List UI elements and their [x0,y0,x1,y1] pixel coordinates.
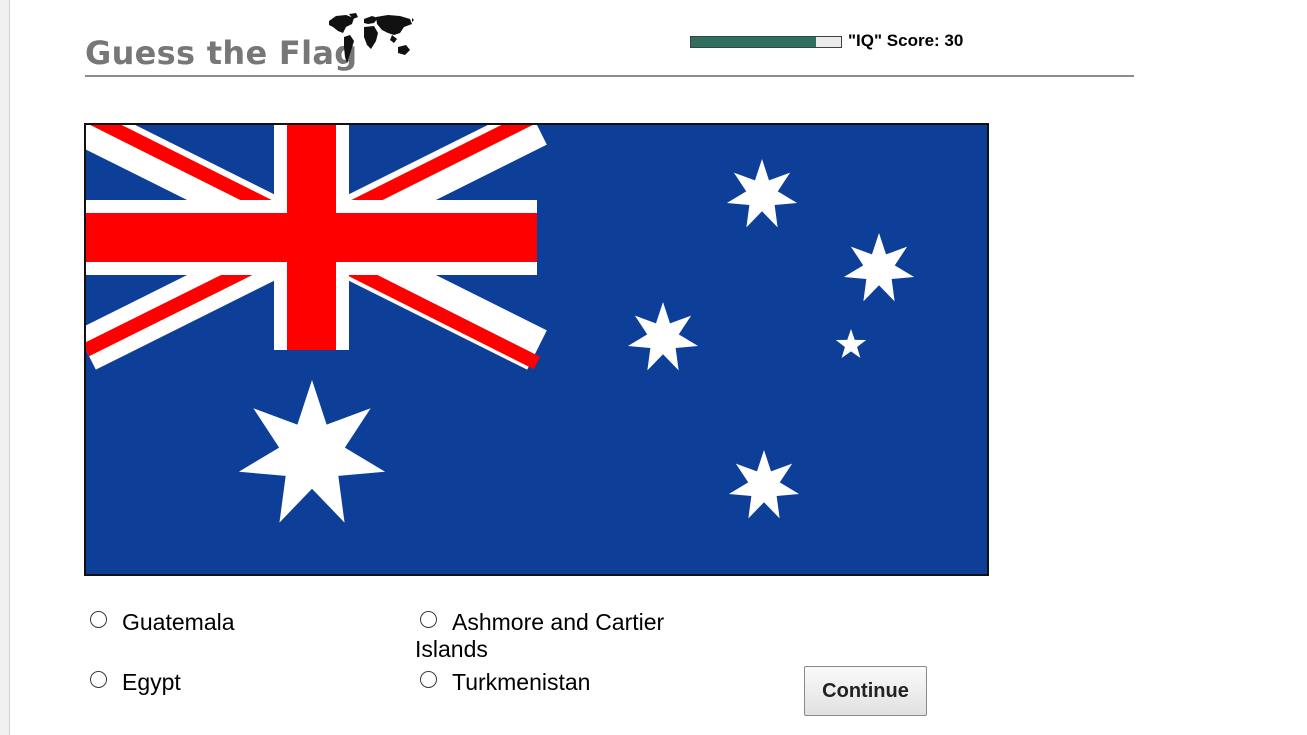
flag-image [84,123,989,576]
world-map-icon [329,13,414,63]
radio-button[interactable] [90,611,107,628]
answer-label: Egypt [122,669,181,695]
answer-label: Guatemala [122,609,235,635]
answer-option-turkmenistan[interactable]: Turkmenistan [415,668,715,698]
radio-button[interactable] [420,671,437,688]
answer-option-ashmore-cartier[interactable]: Ashmore and Cartier Islands [415,608,715,663]
answer-label: Ashmore and Cartier [452,609,665,635]
iq-score-label: "IQ" Score: 30 [848,31,964,50]
continue-button[interactable]: Continue [804,666,927,716]
radio-button[interactable] [420,611,437,628]
header-divider [85,75,1134,77]
australia-flag-icon [86,125,987,574]
page-title: Guess the Flag [85,34,358,72]
left-scroll-rail [0,0,10,735]
answer-option-egypt[interactable]: Egypt [90,668,350,698]
iq-progress-fill [691,37,816,47]
iq-progress-bar [690,36,842,48]
answer-option-guatemala[interactable]: Guatemala [90,608,350,638]
radio-button[interactable] [90,671,107,688]
answer-label: Turkmenistan [452,669,591,695]
answer-label-continued: Islands [415,636,488,662]
